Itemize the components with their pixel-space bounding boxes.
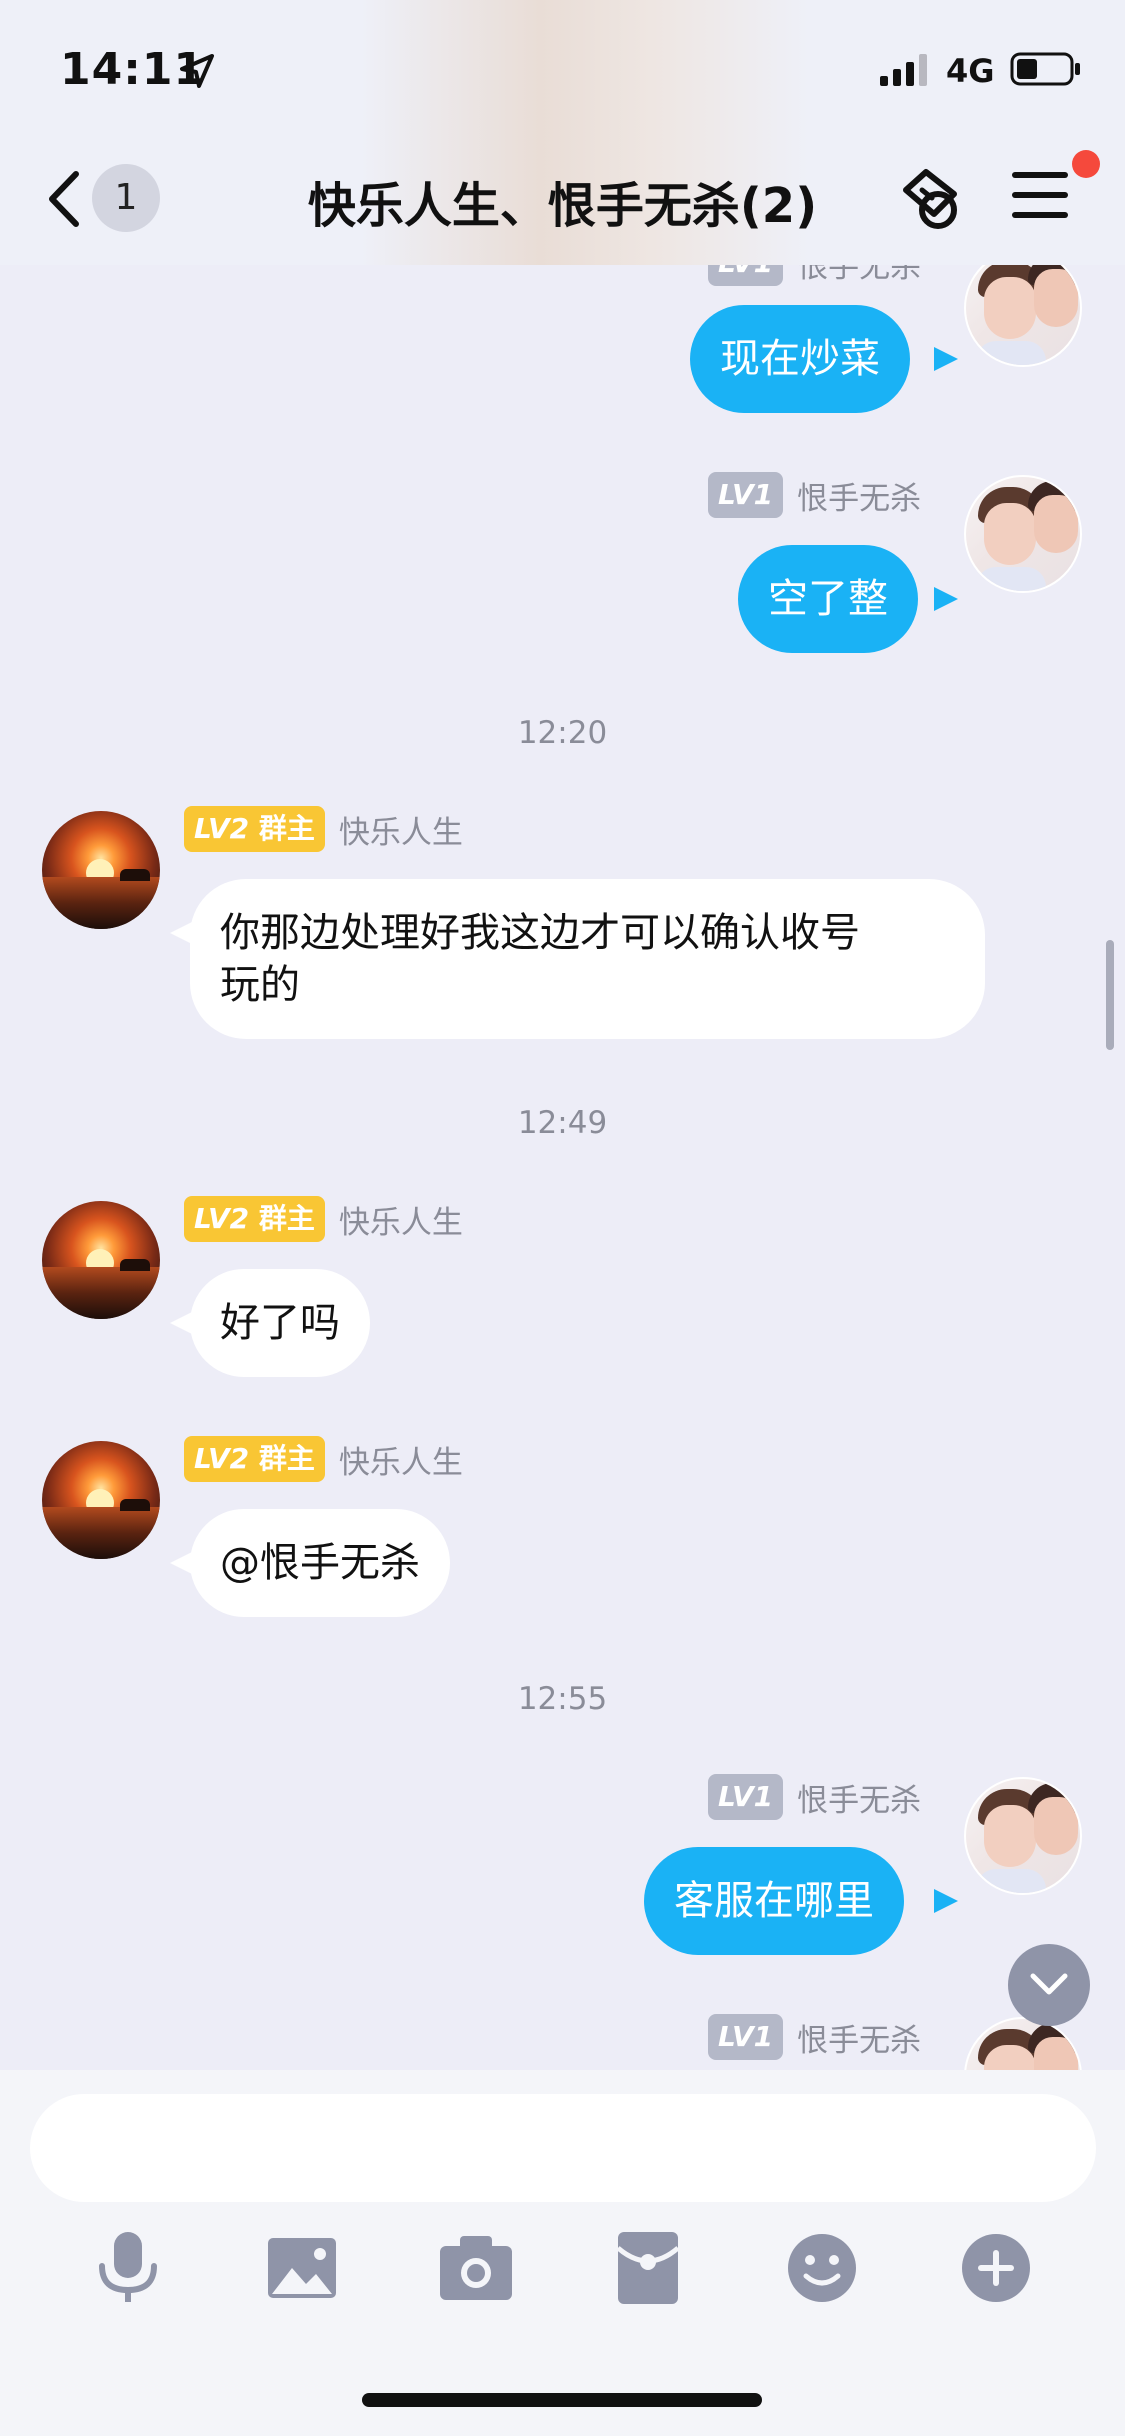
sender-name: 恨手无杀 bbox=[797, 265, 922, 285]
role-label: 群主 bbox=[258, 1202, 315, 1235]
sender-line: LV1 恨手无杀 bbox=[708, 265, 921, 287]
location-arrow-icon bbox=[180, 54, 214, 88]
level-label: LV2 bbox=[194, 1442, 250, 1475]
role-label: 群主 bbox=[258, 812, 315, 845]
sender-line: LV1 恨手无杀 bbox=[708, 1773, 921, 1821]
message-bubble[interactable]: 好了吗 bbox=[190, 1269, 370, 1377]
message-text-line: 玩的 bbox=[220, 962, 300, 1008]
sender-line: LV2 群主 快乐人生 bbox=[184, 1195, 463, 1243]
bubble-tail bbox=[934, 347, 958, 371]
sender-line: LV2 群主 快乐人生 bbox=[184, 1435, 463, 1483]
chat-title: 快乐人生、恨手无杀(2) bbox=[307, 178, 818, 234]
level-badge: LV2 群主 bbox=[184, 1196, 325, 1242]
sender-name: 恨手无杀 bbox=[797, 1782, 922, 1819]
sender-name: 恨手无杀 bbox=[797, 480, 922, 517]
sender-line: LV1 恨手无杀 bbox=[708, 2013, 921, 2061]
scroll-indicator[interactable] bbox=[1106, 940, 1114, 1050]
level-badge: LV1 bbox=[708, 1774, 784, 1820]
sender-name: 恨手无杀 bbox=[797, 2022, 922, 2059]
image-icon[interactable] bbox=[262, 2228, 342, 2308]
cellular-signal-icon bbox=[880, 54, 927, 86]
avatar[interactable] bbox=[42, 811, 160, 929]
status-bar: 14:11 4G bbox=[0, 0, 1125, 140]
level-badge: LV1 bbox=[708, 265, 784, 286]
avatar[interactable] bbox=[964, 475, 1082, 593]
avatar[interactable] bbox=[42, 1441, 160, 1559]
sender-name: 快乐人生 bbox=[338, 1444, 463, 1481]
message-input[interactable] bbox=[30, 2094, 1096, 2202]
avatar[interactable] bbox=[964, 2017, 1082, 2070]
sender-name: 快乐人生 bbox=[338, 1204, 463, 1241]
message-text-line: 你那边处理好我这边才可以确认收号 bbox=[220, 910, 860, 956]
red-packet-icon[interactable] bbox=[608, 2228, 688, 2308]
avatar[interactable] bbox=[964, 1777, 1082, 1895]
unread-count-badge[interactable]: 1 bbox=[92, 164, 160, 232]
message-list[interactable]: LV1 恨手无杀 现在炒菜 LV1 恨手无杀 空了整 12:20 LV2 群主 … bbox=[0, 265, 1125, 2070]
level-label: LV2 bbox=[194, 812, 250, 845]
message-bubble[interactable]: 现在炒菜 bbox=[690, 305, 910, 413]
message-timestamp: 12:49 bbox=[517, 1105, 608, 1141]
microphone-icon[interactable] bbox=[88, 2228, 168, 2308]
home-indicator[interactable] bbox=[362, 2393, 762, 2407]
plus-icon[interactable] bbox=[956, 2228, 1036, 2308]
level-badge: LV1 bbox=[708, 2014, 784, 2060]
avatar[interactable] bbox=[964, 265, 1082, 367]
sender-name: 快乐人生 bbox=[338, 814, 463, 851]
menu-icon[interactable] bbox=[1012, 170, 1068, 220]
avatar[interactable] bbox=[42, 1201, 160, 1319]
level-label: LV2 bbox=[194, 1202, 250, 1235]
emoji-icon[interactable] bbox=[782, 2228, 862, 2308]
notification-dot bbox=[1072, 150, 1100, 178]
role-label: 群主 bbox=[258, 1442, 315, 1475]
level-badge: LV1 bbox=[708, 472, 784, 518]
bubble-tail bbox=[934, 587, 958, 611]
game-link-icon[interactable] bbox=[892, 164, 968, 234]
sender-line: LV1 恨手无杀 bbox=[708, 471, 921, 519]
bubble-tail bbox=[170, 1551, 194, 1575]
battery-icon bbox=[1010, 52, 1080, 86]
message-bubble[interactable]: 客服在哪里 bbox=[644, 1847, 904, 1955]
back-arrow-icon[interactable] bbox=[44, 168, 84, 230]
message-timestamp: 12:55 bbox=[517, 1681, 608, 1717]
level-badge: LV2 群主 bbox=[184, 806, 325, 852]
message-bubble[interactable]: 你那边处理好我这边才可以确认收号 玩的 bbox=[190, 879, 985, 1039]
network-type-label: 4G bbox=[946, 52, 995, 90]
chevron-down-icon bbox=[1030, 1973, 1068, 1995]
message-bubble[interactable]: 空了整 bbox=[738, 545, 918, 653]
message-timestamp: 12:20 bbox=[517, 715, 608, 751]
bubble-tail bbox=[170, 1311, 194, 1335]
level-badge: LV2 群主 bbox=[184, 1436, 325, 1482]
camera-icon[interactable] bbox=[436, 2228, 516, 2308]
bubble-tail bbox=[934, 1889, 958, 1913]
sender-line: LV2 群主 快乐人生 bbox=[184, 805, 463, 853]
scroll-to-bottom-button[interactable] bbox=[1008, 1944, 1090, 2026]
bubble-tail bbox=[170, 921, 194, 945]
message-bubble[interactable]: @恨手无杀 bbox=[190, 1509, 450, 1617]
